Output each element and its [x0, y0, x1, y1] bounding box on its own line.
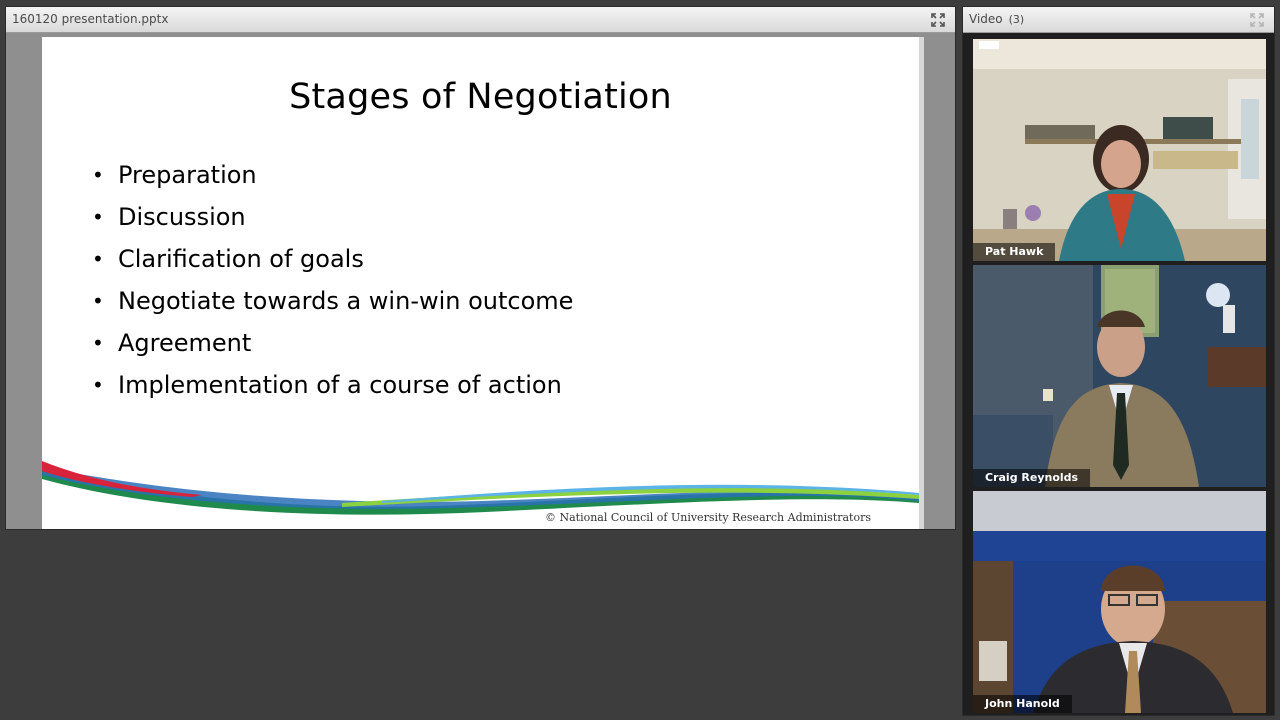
share-pod-header: 160120 presentation.pptx — [6, 7, 955, 33]
video-tile[interactable]: John Hanold — [973, 491, 1266, 713]
slide-edge — [919, 37, 924, 529]
expand-arrows-icon[interactable] — [929, 11, 947, 29]
webcam-feed — [973, 491, 1266, 713]
share-pod: 160120 presentation.pptx Stages of Negot… — [5, 6, 956, 530]
bullet-item: • Implementation of a course of action — [92, 364, 573, 406]
bullet-list: • Preparation • Discussion • Clarification … — [92, 154, 573, 406]
video-participant-count: (3) — [1008, 13, 1025, 26]
slide-title: Stages of Negotiation — [289, 77, 672, 117]
video-tile[interactable]: Craig Reynolds — [973, 265, 1266, 487]
bullet-text: Preparation — [118, 161, 257, 189]
decorative-swoosh — [42, 461, 919, 515]
video-pod-title: Video (3) — [969, 12, 1024, 26]
video-pod-header: Video (3) — [963, 7, 1274, 33]
bullet-dot: • — [92, 163, 104, 187]
bullet-item: • Clarification of goals — [92, 238, 573, 280]
bullet-dot: • — [92, 373, 104, 397]
bullet-item: • Preparation — [92, 154, 573, 196]
bullet-item: • Discussion — [92, 196, 573, 238]
bullet-text: Negotiate towards a win-win outcome — [118, 287, 574, 315]
bullet-dot: • — [92, 289, 104, 313]
video-pod: Video (3) Pat Hawk Craig Reynolds John H… — [962, 6, 1275, 716]
bullet-text: Agreement — [118, 329, 252, 357]
participant-name: Craig Reynolds — [973, 469, 1091, 487]
bullet-item: • Agreement — [92, 322, 573, 364]
share-pod-title: 160120 presentation.pptx — [12, 12, 169, 26]
video-tile[interactable]: Pat Hawk — [973, 39, 1266, 261]
bullet-text: Clarification of goals — [118, 245, 364, 273]
participant-name: John Hanold — [973, 695, 1072, 713]
bullet-dot: • — [92, 247, 104, 271]
participant-name: Pat Hawk — [973, 243, 1056, 261]
bullet-item: • Negotiate towards a win-win outcome — [92, 280, 573, 322]
video-pod-title-text: Video — [969, 12, 1003, 26]
bullet-text: Discussion — [118, 203, 246, 231]
slide-copyright: © National Council of University Researc… — [544, 511, 871, 524]
webcam-feed — [973, 265, 1266, 487]
bullet-dot: • — [92, 331, 104, 355]
presentation-slide: Stages of Negotiation • Preparation • Disc… — [42, 37, 919, 529]
bullet-dot: • — [92, 205, 104, 229]
bullet-text: Implementation of a course of action — [118, 371, 562, 399]
webcam-feed — [973, 39, 1266, 261]
expand-arrows-icon[interactable] — [1248, 11, 1266, 29]
